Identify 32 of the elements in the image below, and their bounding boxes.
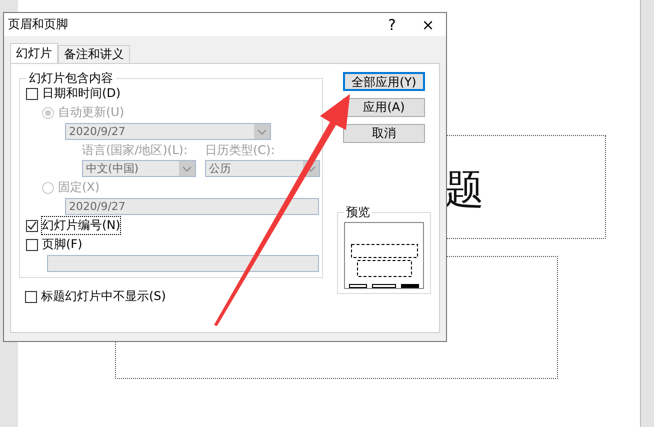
radio-label: 自动更新(U) <box>58 104 124 121</box>
group-title: 幻灯片包含内容 <box>26 70 116 87</box>
radio-button[interactable] <box>42 182 54 194</box>
field-label: 日历类型(C): <box>205 142 276 159</box>
caret-icon[interactable] <box>179 161 195 176</box>
close-button[interactable]: × <box>410 13 446 36</box>
radio-button[interactable] <box>42 106 54 118</box>
date-dropdown[interactable]: 2020/9/27 <box>65 123 271 140</box>
help-button[interactable]: ? <box>374 13 410 36</box>
checkbox[interactable] <box>25 290 37 302</box>
checkbox[interactable] <box>26 220 38 232</box>
group-title: 预览 <box>344 204 372 221</box>
language-dropdown[interactable]: 中文(中国) <box>82 160 196 177</box>
dialog-button[interactable]: 应用(A) <box>343 98 425 117</box>
checkbox-label: 标题幻灯片中不显示(S) <box>41 288 166 305</box>
footer-field[interactable] <box>47 255 319 272</box>
tab[interactable]: 幻灯片 <box>10 43 58 63</box>
checkbox-label: 幻灯片编号(N) <box>42 217 120 234</box>
dialog-button[interactable]: 取消 <box>343 124 425 143</box>
checkbox-label: 页脚(F) <box>42 236 82 253</box>
caret-icon[interactable] <box>254 124 270 139</box>
tab[interactable]: 备注和讲义 <box>58 45 130 63</box>
checkbox[interactable] <box>26 88 38 100</box>
date-field[interactable]: 2020/9/27 <box>65 198 319 215</box>
window-title: 页眉和页脚 <box>8 16 69 33</box>
checkbox[interactable] <box>26 238 38 250</box>
dialog-button[interactable]: 全部应用(Y) <box>343 72 425 91</box>
field-label: 语言(国家/地区)(L): <box>82 142 188 159</box>
radio-label: 固定(X) <box>58 179 100 196</box>
slide-title: 题 <box>444 166 484 215</box>
calendar-dropdown[interactable]: 公历 <box>205 160 320 177</box>
checkbox-label: 日期和时间(D) <box>42 85 121 102</box>
